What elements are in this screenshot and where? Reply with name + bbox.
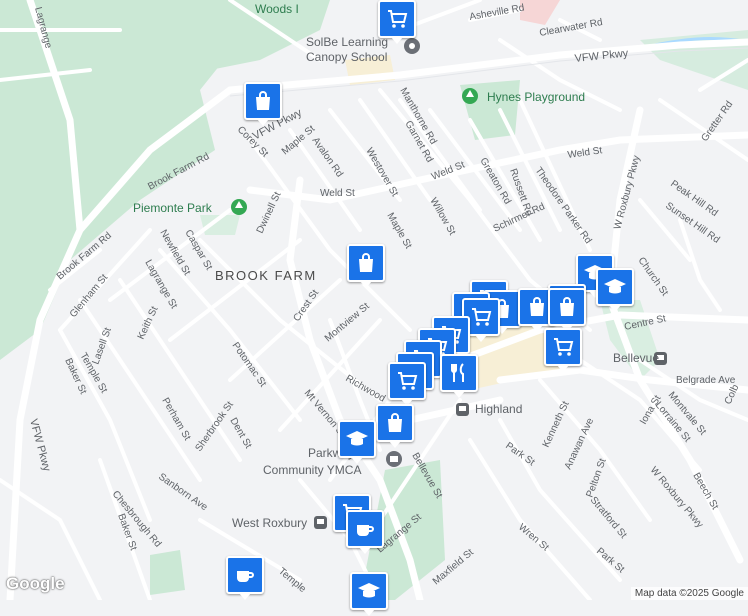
park-tree-icon-piemonte (231, 199, 247, 215)
marker-restaurant[interactable] (440, 354, 478, 398)
label-west-roxbury: West Roxbury (232, 516, 307, 530)
shopping-cart-icon (398, 372, 418, 390)
label-church: Church St (636, 255, 671, 298)
marker-shopping-bag[interactable] (376, 404, 414, 448)
label-hynes: Hynes Playground (487, 90, 585, 104)
label-willow: Willow St (427, 196, 457, 237)
coffee-icon (237, 571, 254, 582)
label-woods: Woods I (255, 2, 299, 16)
school-icon (604, 279, 626, 294)
marker-shopping-bag[interactable] (548, 288, 586, 332)
google-logo: Google (6, 574, 65, 593)
label-maple-mid: Maple St (384, 211, 413, 251)
label-piemonte: Piemonte Park (133, 201, 213, 215)
marker-shopping-cart[interactable] (544, 328, 582, 372)
label-bellevue: Bellevue (613, 351, 659, 365)
restaurant-icon (451, 363, 464, 382)
marker-school[interactable] (350, 572, 388, 616)
school-icon (346, 431, 368, 446)
map-attribution[interactable]: Map data ©2025 Google (630, 587, 748, 600)
label-highland: Highland (475, 402, 522, 416)
transit-highland-icon (456, 403, 469, 416)
label-kenneth: Kenneth St (541, 400, 572, 450)
label-richwood: Richwood (344, 373, 388, 404)
label-park-mid: Park St (503, 440, 536, 468)
marker-shopping-cart[interactable] (378, 0, 416, 44)
marker-coffee[interactable] (226, 556, 264, 600)
marker-shopping-cart[interactable] (388, 362, 426, 406)
shopping-cart-icon (472, 308, 492, 326)
coffee-icon (357, 525, 374, 536)
label-avalon: Avalon Rd (310, 135, 345, 179)
label-wren: Wren St (516, 522, 551, 554)
marker-school[interactable] (338, 420, 376, 464)
label-perham: Perham St (159, 396, 192, 443)
label-potomac: Potomac St (230, 340, 269, 389)
shopping-cart-icon (388, 10, 408, 28)
label-sanborn: Sanborn Ave (156, 471, 209, 513)
shopping-bag-icon (388, 413, 402, 432)
marker-school[interactable] (596, 268, 634, 312)
label-asheville: Asheville Rd (469, 2, 526, 22)
label-pelton: Pelton St (584, 457, 608, 499)
shopping-bag-icon (530, 297, 544, 316)
school-icon (358, 583, 380, 598)
marker-shopping-bag[interactable] (244, 82, 282, 126)
transit-west-roxbury-icon (314, 516, 327, 529)
shopping-cart-icon (554, 338, 574, 356)
label-beech: Beech St (690, 471, 720, 512)
label-stratford: Stratford St (588, 495, 629, 541)
label-community-ymca: Community YMCA (263, 463, 361, 477)
label-dwinell: Dwinell St (255, 190, 284, 235)
shopping-bag-icon (560, 297, 574, 316)
park-tree-icon-hynes (462, 88, 478, 104)
label-brook-farm: BROOK FARM (215, 268, 317, 283)
label-weld-left: Weld St (320, 188, 355, 199)
marker-shopping-bag[interactable] (347, 244, 385, 288)
label-canopy: Canopy School (306, 50, 387, 64)
label-weld-mid: Weld St (430, 159, 467, 182)
marker-coffee[interactable] (346, 510, 384, 554)
school-poi-icon-solbe (404, 38, 420, 54)
label-solbe: SolBe Learning (306, 35, 388, 49)
shopping-bag-icon (359, 253, 373, 272)
shopping-bag-icon (256, 91, 270, 110)
label-vfw-left: VFW Pkwy (27, 418, 53, 474)
ymca-poi-icon (386, 451, 402, 467)
label-belgrade: Belgrade Ave (676, 375, 736, 386)
label-temple-low: Temple (276, 566, 308, 595)
